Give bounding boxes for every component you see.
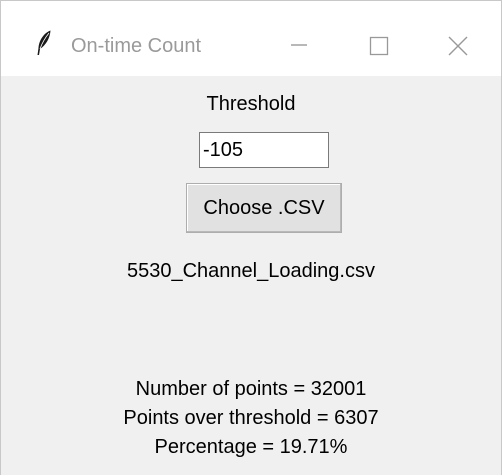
maximize-icon bbox=[369, 36, 389, 56]
selected-file-label: 5530_Channel_Loading.csv bbox=[127, 260, 375, 282]
minimize-icon bbox=[291, 44, 307, 46]
percentage-text: Percentage = 19.71% bbox=[154, 436, 348, 458]
main-panel: Threshold Choose .CSV 5530_Channel_Loadi… bbox=[1, 76, 501, 476]
close-button[interactable] bbox=[427, 19, 491, 69]
minimize-button[interactable] bbox=[267, 19, 331, 69]
points-count-text: Number of points = 32001 bbox=[135, 378, 367, 400]
app-window: On-time Count Threshold Choose .CSV 5530… bbox=[0, 0, 502, 475]
results-panel: Number of points = 32001 Points over thr… bbox=[1, 375, 501, 462]
threshold-input[interactable] bbox=[199, 132, 329, 168]
maximize-button[interactable] bbox=[347, 19, 411, 69]
title-bar[interactable]: On-time Count bbox=[1, 1, 501, 76]
choose-csv-button[interactable]: Choose .CSV bbox=[186, 183, 342, 233]
threshold-label: Threshold bbox=[206, 93, 296, 115]
feather-icon bbox=[36, 30, 52, 56]
window-title: On-time Count bbox=[71, 35, 202, 57]
close-icon bbox=[448, 36, 468, 56]
points-over-threshold-text: Points over threshold = 6307 bbox=[123, 407, 379, 429]
